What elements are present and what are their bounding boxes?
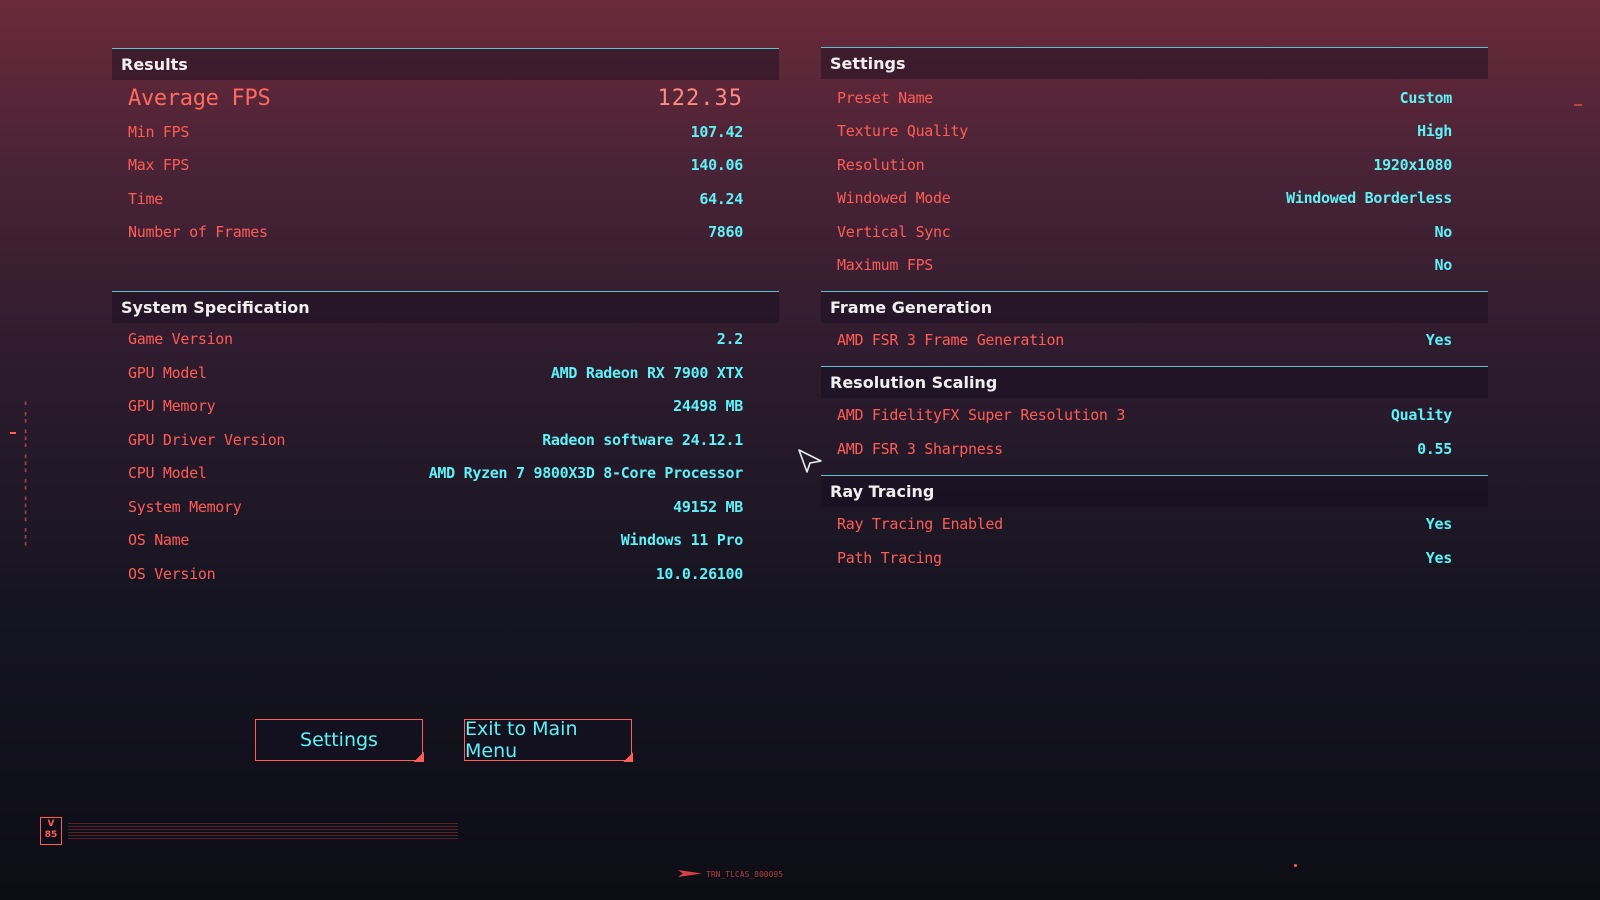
result-row-average-fps: Average FPS 122.35: [128, 85, 743, 111]
cursor-arrow-icon: [798, 449, 822, 473]
decorative-dot-icon: [1294, 864, 1297, 867]
decorative-dot-icon: [10, 432, 16, 434]
setting-value: 1920x1080: [1373, 156, 1452, 174]
frame-generation-header: Frame Generation: [821, 291, 1488, 323]
setting-row-vertical-sync: Vertical Sync No: [837, 220, 1452, 244]
button-corner-accent: [414, 752, 424, 762]
setting-label: Vertical Sync: [837, 223, 951, 241]
scaling-value: Quality: [1390, 406, 1452, 424]
setting-label: Windowed Mode: [837, 189, 951, 207]
system-spec-header: System Specification: [112, 291, 779, 323]
settings-button-label: Settings: [300, 729, 378, 751]
raytracing-row-path-tracing: Path Tracing Yes: [837, 546, 1452, 570]
framegen-label: AMD FSR 3 Frame Generation: [837, 331, 1065, 349]
scaling-row-sharpness: AMD FSR 3 Sharpness 0.55: [837, 437, 1452, 461]
spec-value: 10.0.26100: [655, 565, 744, 583]
result-label: Average FPS: [128, 85, 271, 111]
exit-to-main-menu-button[interactable]: Exit to Main Menu: [464, 718, 633, 762]
settings-section: Settings Preset Name Custom Texture Qual…: [821, 47, 1488, 287]
setting-label: Preset Name: [837, 89, 934, 107]
raytracing-label: Ray Tracing Enabled: [837, 515, 1003, 533]
spec-row-cpu-model: CPU Model AMD Ryzen 7 9800X3D 8-Core Pro…: [128, 461, 743, 485]
setting-value: Windowed Borderless: [1286, 189, 1452, 207]
spec-value: 2.2: [716, 330, 744, 348]
result-row-time: Time 64.24: [128, 187, 743, 211]
settings-header: Settings: [821, 47, 1488, 79]
ray-tracing-header: Ray Tracing: [821, 475, 1488, 507]
raytracing-row-enabled: Ray Tracing Enabled Yes: [837, 512, 1452, 536]
spec-label: System Memory: [128, 498, 242, 516]
setting-label: Texture Quality: [837, 122, 968, 140]
spec-label: Game Version: [128, 330, 233, 348]
button-corner-accent: [623, 752, 633, 762]
raytracing-label: Path Tracing: [837, 549, 942, 567]
setting-value: No: [1434, 223, 1453, 241]
exit-button-label: Exit to Main Menu: [465, 718, 578, 762]
result-value: 107.42: [690, 123, 744, 141]
ray-tracing-section: Ray Tracing Ray Tracing Enabled Yes Path…: [821, 475, 1488, 575]
build-arrow-icon: [678, 870, 702, 877]
setting-value: High: [1417, 122, 1452, 140]
results-header: Results: [112, 48, 779, 80]
spec-value: 49152 MB: [673, 498, 743, 516]
result-value: 64.24: [699, 190, 743, 208]
spec-row-game-version: Game Version 2.2: [128, 327, 743, 351]
spec-row-system-memory: System Memory 49152 MB: [128, 495, 743, 519]
spec-label: OS Version: [128, 565, 216, 583]
resolution-scaling-section: Resolution Scaling AMD FidelityFX Super …: [821, 366, 1488, 466]
scaling-value: 0.55: [1417, 440, 1452, 458]
spec-value: AMD Ryzen 7 9800X3D 8-Core Processor: [428, 464, 744, 482]
spec-label: CPU Model: [128, 464, 207, 482]
settings-button[interactable]: Settings: [255, 719, 424, 762]
spec-label: GPU Memory: [128, 397, 216, 415]
result-label: Number of Frames: [128, 223, 268, 241]
result-label: Max FPS: [128, 156, 190, 174]
result-label: Time: [128, 190, 163, 208]
result-value: 7860: [708, 223, 743, 241]
spec-label: GPU Model: [128, 364, 207, 382]
frame-generation-section: Frame Generation AMD FSR 3 Frame Generat…: [821, 291, 1488, 361]
setting-value: No: [1434, 256, 1453, 274]
system-spec-section: System Specification Game Version 2.2 GP…: [112, 291, 779, 591]
scaling-label: AMD FSR 3 Sharpness: [837, 440, 1003, 458]
spec-row-gpu-driver: GPU Driver Version Radeon software 24.12…: [128, 428, 743, 452]
scaling-row-fsr3: AMD FidelityFX Super Resolution 3 Qualit…: [837, 403, 1452, 427]
result-row-max-fps: Max FPS 140.06: [128, 153, 743, 177]
result-row-number-of-frames: Number of Frames 7860: [128, 220, 743, 244]
setting-row-texture-quality: Texture Quality High: [837, 119, 1452, 143]
v85-logo-icon: V 85: [40, 817, 62, 845]
disclaimer-text-block: [68, 823, 458, 839]
resolution-scaling-header: Resolution Scaling: [821, 366, 1488, 398]
results-section: Results Average FPS 122.35 Min FPS 107.4…: [112, 48, 779, 248]
spec-row-os-version: OS Version 10.0.26100: [128, 562, 743, 586]
spec-row-gpu-model: GPU Model AMD Radeon RX 7900 XTX: [128, 361, 743, 385]
spec-value: Radeon software 24.12.1: [542, 431, 743, 449]
framegen-row-fsr3: AMD FSR 3 Frame Generation Yes: [837, 328, 1452, 352]
result-row-min-fps: Min FPS 107.42: [128, 120, 743, 144]
result-label: Min FPS: [128, 123, 190, 141]
setting-row-preset-name: Preset Name Custom: [837, 86, 1452, 110]
setting-row-windowed-mode: Windowed Mode Windowed Borderless: [837, 186, 1452, 210]
setting-row-resolution: Resolution 1920x1080: [837, 153, 1452, 177]
raytracing-value: Yes: [1425, 549, 1453, 567]
spec-label: OS Name: [128, 531, 190, 549]
side-decorative-text-icon: ▮ ▮▮ ▮▮▮ ▮▮▮ ▮▮ ▮▮▮▮ ▮▮▮: [22, 400, 29, 548]
setting-value: Custom: [1399, 89, 1453, 107]
spec-row-gpu-memory: GPU Memory 24498 MB: [128, 394, 743, 418]
scaling-label: AMD FidelityFX Super Resolution 3: [837, 406, 1126, 424]
setting-label: Maximum FPS: [837, 256, 934, 274]
decorative-dot-icon: [1574, 104, 1582, 106]
result-value: 140.06: [690, 156, 744, 174]
spec-label: GPU Driver Version: [128, 431, 286, 449]
spec-value: 24498 MB: [673, 397, 743, 415]
spec-value: AMD Radeon RX 7900 XTX: [550, 364, 743, 382]
framegen-value: Yes: [1425, 331, 1453, 349]
spec-row-os-name: OS Name Windows 11 Pro: [128, 528, 743, 552]
setting-row-maximum-fps: Maximum FPS No: [837, 253, 1452, 277]
raytracing-value: Yes: [1425, 515, 1453, 533]
build-tag: TRN_TLCAS_800095: [706, 870, 784, 879]
result-value: 122.35: [657, 85, 743, 111]
setting-label: Resolution: [837, 156, 925, 174]
spec-value: Windows 11 Pro: [620, 531, 744, 549]
